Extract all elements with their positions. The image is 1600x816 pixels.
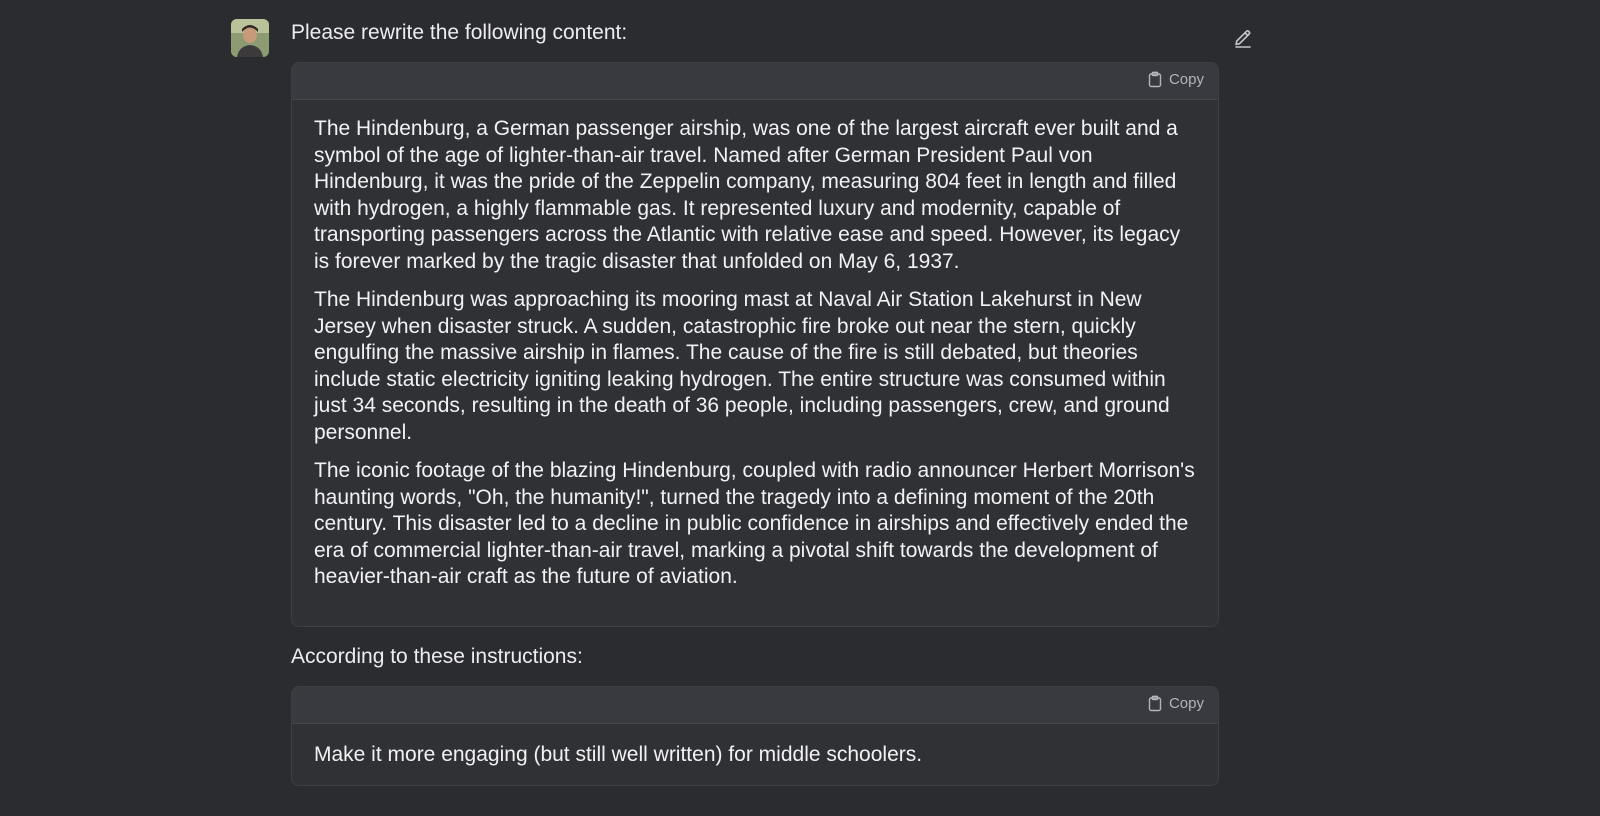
content-paragraph: The iconic footage of the blazing Hinden… xyxy=(314,459,1195,588)
code-block-body: Make it more engaging (but still well wr… xyxy=(292,724,1218,769)
instructions-text: Make it more engaging (but still well wr… xyxy=(314,743,923,766)
user-message: Please rewrite the following content: Co… xyxy=(0,0,1600,816)
content-paragraph: The Hindenburg, a German passenger airsh… xyxy=(314,117,1181,273)
content-paragraph: The Hindenburg was approaching its moori… xyxy=(314,288,1170,444)
user-avatar xyxy=(231,19,269,57)
copy-content-button[interactable]: Copy xyxy=(1147,71,1204,88)
instructions-intro-text: According to these instructions: xyxy=(291,645,583,668)
copy-label: Copy xyxy=(1168,71,1204,88)
code-block-header: Copy xyxy=(292,63,1218,100)
content-code-block: Copy The Hindenburg, a German passenger … xyxy=(291,62,1219,627)
instructions-code-block: Copy Make it more engaging (but still we… xyxy=(291,686,1219,786)
copy-label: Copy xyxy=(1168,695,1204,712)
code-block-body: The Hindenburg, a German passenger airsh… xyxy=(292,100,1218,591)
prompt-intro-text: Please rewrite the following content: xyxy=(291,21,628,44)
pencil-icon xyxy=(1232,30,1254,54)
edit-message-button[interactable] xyxy=(1232,28,1254,50)
clipboard-icon xyxy=(1147,695,1163,712)
code-block-header: Copy xyxy=(292,687,1218,724)
copy-instructions-button[interactable]: Copy xyxy=(1147,695,1204,712)
clipboard-icon xyxy=(1147,71,1163,88)
